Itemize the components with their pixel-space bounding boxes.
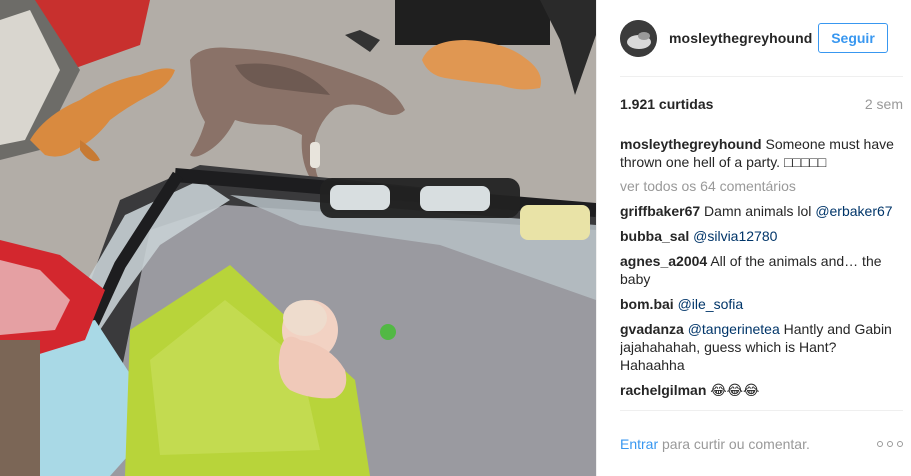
login-prompt: Entrar para curtir ou comentar. xyxy=(620,436,810,452)
photo-image xyxy=(0,0,596,476)
footer-divider xyxy=(620,410,903,411)
more-options-icon[interactable] xyxy=(877,441,903,447)
comment-item: bubba_sal @silvia12780 xyxy=(620,227,903,245)
post-header: mosleythegreyhound Seguir xyxy=(597,0,911,76)
login-prompt-text: para curtir ou comentar. xyxy=(658,436,810,452)
caption-emoji: □□□□□ xyxy=(783,154,827,170)
avatar-image xyxy=(620,19,657,57)
post-time[interactable]: 2 sem xyxy=(865,96,903,112)
comment-text: 😂😂😂 xyxy=(710,382,760,398)
comment-item: griffbaker67 Damn animals lol @erbaker67 xyxy=(620,202,903,220)
post-photo[interactable] xyxy=(0,0,596,476)
post-footer: Entrar para curtir ou comentar. xyxy=(620,430,903,458)
comment-mention[interactable]: @tangerinetea xyxy=(688,321,780,337)
header-divider xyxy=(620,76,903,77)
comment-username[interactable]: agnes_a2004 xyxy=(620,253,707,269)
post-dialog: mosleythegreyhound Seguir 1.921 curtidas… xyxy=(0,0,911,476)
likes-count[interactable]: 1.921 curtidas xyxy=(620,96,713,112)
comment-item: agnes_a2004 All of the animals and… the … xyxy=(620,252,903,288)
follow-button[interactable]: Seguir xyxy=(818,23,888,53)
comment-item: gvadanza @tangerinetea Hantly and Gabin … xyxy=(620,320,903,374)
comment-username[interactable]: bom.bai xyxy=(620,296,674,312)
caption: mosleythegreyhound Someone must have thr… xyxy=(620,135,903,171)
comment-text: Damn animals lol xyxy=(704,203,812,219)
username-link[interactable]: mosleythegreyhound xyxy=(669,30,818,46)
comment-item: rachelgilman 😂😂😂 xyxy=(620,381,903,399)
comment-mention[interactable]: @ile_sofia xyxy=(678,296,744,312)
avatar[interactable] xyxy=(620,19,657,57)
comment-username[interactable]: griffbaker67 xyxy=(620,203,700,219)
comment-item: bom.bai @ile_sofia xyxy=(620,295,903,313)
dot-icon xyxy=(877,441,883,447)
comment-username[interactable]: gvadanza xyxy=(620,321,684,337)
dot-icon xyxy=(897,441,903,447)
comment-mention[interactable]: @silvia12780 xyxy=(693,228,777,244)
login-link[interactable]: Entrar xyxy=(620,436,658,452)
comment-mention[interactable]: @erbaker67 xyxy=(815,203,892,219)
caption-username[interactable]: mosleythegreyhound xyxy=(620,136,762,152)
comment-username[interactable]: rachelgilman xyxy=(620,382,706,398)
post-side-panel: mosleythegreyhound Seguir 1.921 curtidas… xyxy=(596,0,911,476)
comments-list[interactable]: mosleythegreyhound Someone must have thr… xyxy=(620,124,903,411)
dot-icon xyxy=(887,441,893,447)
view-all-comments-link[interactable]: ver todos os 64 comentários xyxy=(620,177,903,195)
post-stats: 1.921 curtidas 2 sem xyxy=(620,96,903,112)
comment-username[interactable]: bubba_sal xyxy=(620,228,689,244)
